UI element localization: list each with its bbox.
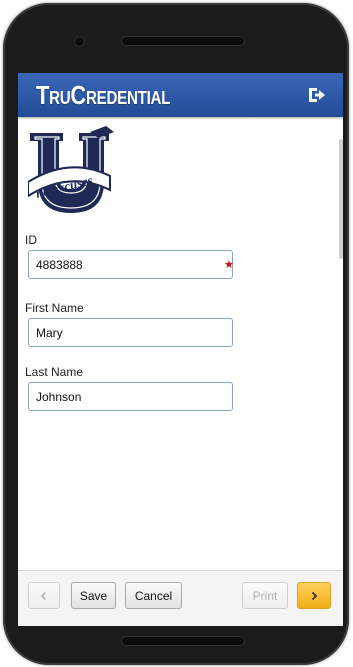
previous-button[interactable] xyxy=(28,582,60,609)
next-button[interactable] xyxy=(297,582,331,609)
logout-icon xyxy=(309,88,325,102)
app-screen: TruCredential no excuses ID ★ First Name… xyxy=(18,73,343,626)
no-excuses-logo: no excuses xyxy=(28,126,114,214)
chevron-left-icon xyxy=(40,591,47,600)
logout-button[interactable] xyxy=(307,85,327,105)
chevron-right-icon xyxy=(311,591,318,600)
footer-toolbar: Save Cancel Print xyxy=(18,570,343,626)
earpiece-speaker xyxy=(121,36,245,46)
cancel-button[interactable]: Cancel xyxy=(125,582,182,609)
camera-icon xyxy=(74,36,85,47)
bottom-speaker xyxy=(121,636,245,646)
first-name-label: First Name xyxy=(25,301,84,315)
print-button[interactable]: Print xyxy=(242,582,288,609)
save-button[interactable]: Save xyxy=(71,582,116,609)
last-name-label: Last Name xyxy=(25,365,84,379)
required-star-icon: ★ xyxy=(224,259,234,271)
app-title: TruCredential xyxy=(36,80,171,110)
scrollbar[interactable] xyxy=(339,139,343,259)
app-header: TruCredential xyxy=(18,73,343,117)
id-label: ID xyxy=(25,233,37,247)
last-name-field[interactable] xyxy=(28,382,233,411)
first-name-field[interactable] xyxy=(28,318,233,347)
id-field[interactable] xyxy=(28,250,233,279)
